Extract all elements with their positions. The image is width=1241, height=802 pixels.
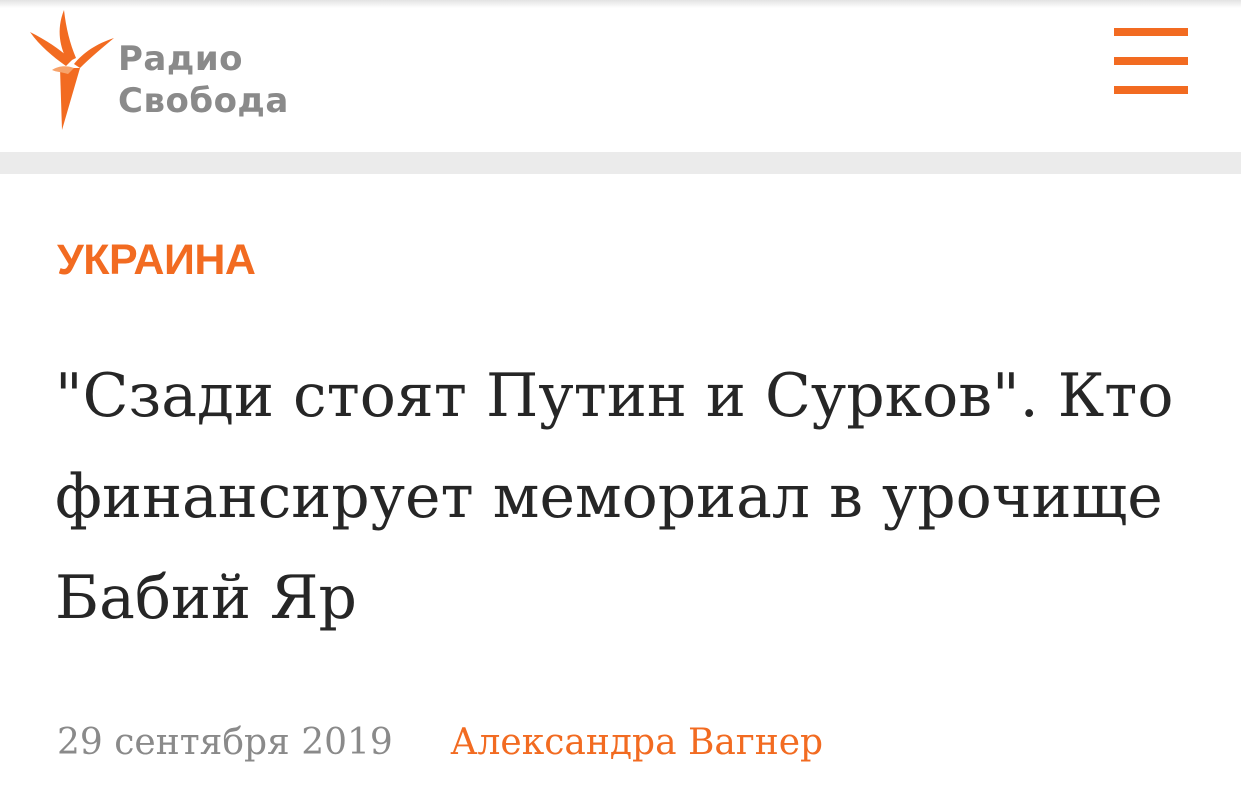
hamburger-menu-icon[interactable] bbox=[1112, 26, 1190, 94]
torch-flame-logo-icon bbox=[30, 10, 114, 130]
site-logo[interactable]: Радио Свобода bbox=[22, 8, 322, 133]
article-headline: "Сзади стоят Путин и Сурков". Кто финанс… bbox=[55, 361, 1174, 633]
section-link-ukraine[interactable]: УКРАИНА bbox=[57, 236, 256, 285]
menu-bar-bottom bbox=[1114, 86, 1188, 94]
publish-date: 29 сентября 2019 bbox=[57, 722, 393, 763]
logo-wordmark: Радио Свобода bbox=[118, 38, 289, 122]
article-meta: 29 сентября 2019 Александра Вагнер bbox=[57, 722, 823, 763]
author-link[interactable]: Александра Вагнер bbox=[450, 722, 823, 763]
header-divider bbox=[0, 152, 1241, 174]
menu-bar-top bbox=[1114, 28, 1188, 36]
menu-bar-middle bbox=[1114, 57, 1188, 65]
logo-line-1: Радио bbox=[118, 39, 244, 79]
logo-line-2: Свобода bbox=[118, 81, 289, 121]
site-header: Радио Свобода bbox=[0, 0, 1241, 152]
